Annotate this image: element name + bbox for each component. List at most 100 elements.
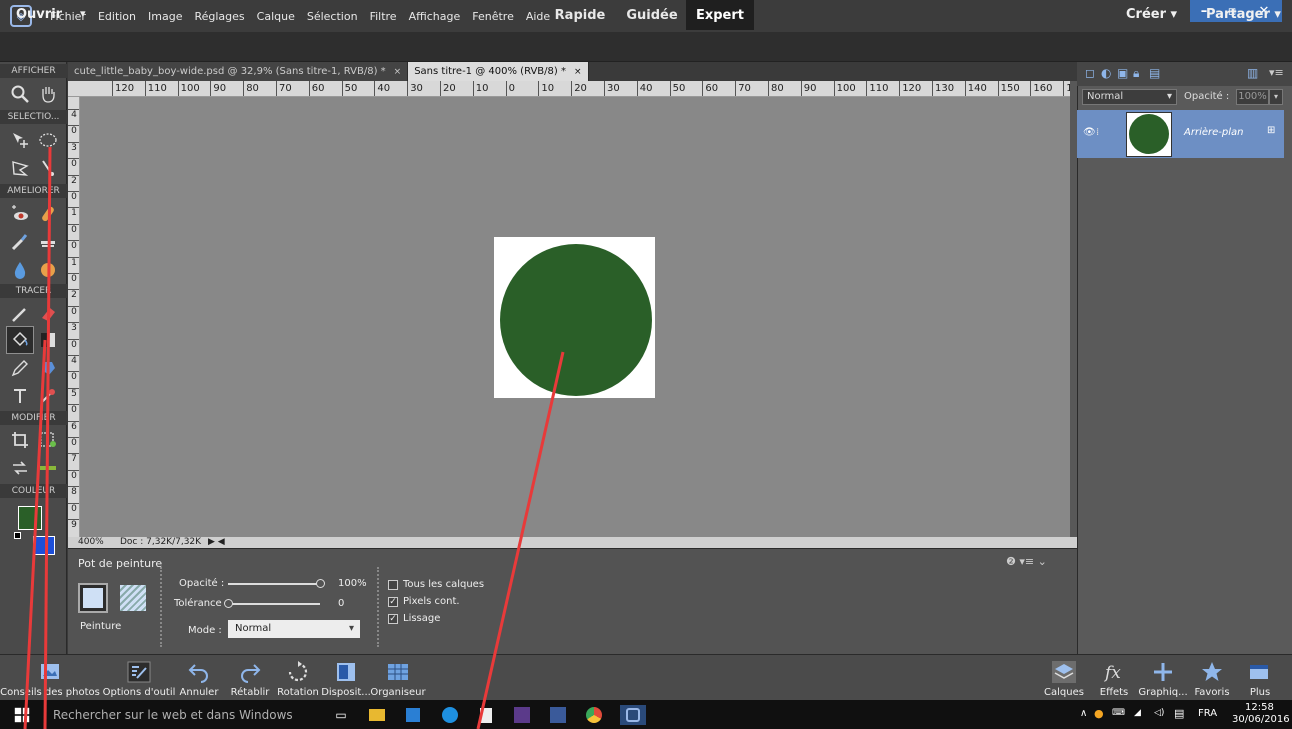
menu-selection[interactable]: Sélection	[301, 10, 364, 23]
tray-app-icon[interactable]: ●	[1094, 707, 1104, 720]
zoom-tool[interactable]	[6, 80, 34, 108]
straighten-tool[interactable]	[34, 454, 62, 482]
tab-expert[interactable]: Expert	[686, 0, 754, 30]
tolerance-slider[interactable]	[228, 603, 320, 605]
language-indicator[interactable]: FRA	[1198, 708, 1217, 719]
status-menu-arrow-icon[interactable]: ▶ ◀	[208, 537, 225, 547]
paint-bucket-tool[interactable]	[6, 326, 34, 354]
foreground-color-swatch[interactable]	[18, 506, 42, 530]
photoshop-elements-active-icon[interactable]	[620, 705, 646, 725]
adjustment-layer-icon[interactable]: ◐	[1101, 66, 1111, 80]
eyedropper-tool[interactable]	[34, 382, 62, 410]
trash-icon[interactable]: ▥	[1247, 66, 1258, 80]
volume-icon[interactable]: ◁)	[1154, 708, 1164, 718]
effects-button[interactable]: fx Effets	[1094, 654, 1134, 700]
background-color-swatch[interactable]	[33, 536, 55, 555]
close-tab-icon[interactable]: ×	[394, 67, 402, 77]
doc-tab-1[interactable]: cute_little_baby_boy-wide.psd @ 32,9% (S…	[68, 62, 409, 81]
menu-reglages[interactable]: Réglages	[188, 10, 250, 23]
photo-tips-button[interactable]: Conseils des photos	[0, 654, 100, 700]
opacity-slider-knob[interactable]	[316, 579, 325, 588]
vertical-scrollbar[interactable]	[1070, 81, 1077, 537]
open-button[interactable]: Ouvrir	[16, 7, 62, 22]
close-tab-icon[interactable]: ×	[574, 67, 582, 77]
clock-time[interactable]: 12:58	[1245, 702, 1274, 713]
fill-pattern-option[interactable]	[78, 583, 108, 613]
tab-rapide[interactable]: Rapide	[545, 0, 615, 30]
spot-healing-tool[interactable]	[34, 200, 62, 228]
menu-fenetre[interactable]: Fenêtre	[466, 10, 520, 23]
chrome-icon[interactable]	[584, 705, 604, 725]
more-button[interactable]: Plus	[1240, 654, 1280, 700]
opacity-value[interactable]: 100%	[338, 578, 367, 589]
tray-chevron-up-icon[interactable]: ∧	[1080, 708, 1087, 719]
layer-name[interactable]: Arrière-plan	[1184, 127, 1243, 138]
media-player-icon[interactable]	[403, 705, 423, 725]
menu-image[interactable]: Image	[142, 10, 188, 23]
default-colors-icon[interactable]	[14, 532, 21, 539]
premiere-elements-icon[interactable]	[512, 705, 532, 725]
undo-button[interactable]: Annuler	[176, 654, 222, 700]
quick-selection-tool[interactable]	[34, 154, 62, 182]
tool-options-button[interactable]: Options d'outil	[103, 654, 175, 700]
layers-button[interactable]: Calques	[1040, 654, 1088, 700]
all-layers-checkbox[interactable]	[388, 580, 398, 590]
gradient-tool[interactable]	[34, 326, 62, 354]
antialias-checkbox[interactable]: ✓	[388, 614, 398, 624]
open-chevron-down-icon[interactable]: ▾	[80, 7, 86, 20]
ellipse-marquee-tool[interactable]	[34, 126, 62, 154]
type-tool[interactable]	[6, 382, 34, 410]
sponge-tool[interactable]	[34, 256, 62, 284]
lock-all-icon[interactable]: ▤	[1149, 66, 1160, 80]
clone-stamp-tool[interactable]	[34, 228, 62, 256]
zoom-level[interactable]: 400%	[78, 537, 104, 547]
tab-guidee[interactable]: Guidée	[617, 0, 687, 30]
blend-mode-select[interactable]: Normal ▾	[1082, 89, 1177, 105]
eraser-tool[interactable]	[34, 300, 62, 328]
smart-brush-tool[interactable]	[6, 228, 34, 256]
doc-tab-2[interactable]: Sans titre-1 @ 400% (RVB/8) * ×	[408, 62, 589, 81]
windows-start-icon[interactable]	[12, 705, 32, 725]
create-button[interactable]: Créer ▾	[1126, 7, 1177, 22]
move-tool[interactable]	[6, 126, 34, 154]
edge-browser-icon[interactable]	[440, 705, 460, 725]
layer-opacity-dropdown-icon[interactable]: ▾	[1269, 89, 1283, 105]
crop-tool[interactable]	[6, 426, 34, 454]
clock-date[interactable]: 30/06/2016	[1232, 714, 1290, 725]
brush-tool[interactable]	[6, 300, 34, 328]
layer-opacity-input[interactable]: 100%	[1236, 89, 1269, 105]
rotate-button[interactable]: Rotation	[276, 654, 320, 700]
link-icon[interactable]: ⁞	[1096, 127, 1099, 138]
custom-shape-tool[interactable]	[34, 354, 62, 382]
layer-row-background[interactable]: 👁︎ ⁞ ⊞	[1077, 110, 1284, 158]
notification-icon[interactable]: ▤	[1174, 707, 1184, 720]
blur-tool[interactable]	[6, 256, 34, 284]
network-icon[interactable]: ⌨	[1112, 708, 1125, 718]
photoshop-elements-taskbar-icon[interactable]	[548, 705, 568, 725]
lasso-tool[interactable]	[6, 154, 34, 182]
tolerance-value[interactable]: 0	[338, 598, 344, 609]
panel-menu-icon[interactable]: ▾≡	[1269, 66, 1284, 79]
help-icon[interactable]: ❷ ▾≡ ⌄	[1006, 555, 1047, 568]
task-view-icon[interactable]: ▭	[331, 705, 351, 725]
fill-pattern-icon[interactable]	[120, 585, 146, 611]
document-app-icon[interactable]	[476, 705, 496, 725]
wifi-icon[interactable]: ◢	[1134, 708, 1141, 718]
hand-tool[interactable]	[34, 80, 62, 108]
organizer-button[interactable]: Organiseur	[370, 654, 426, 700]
visibility-eye-icon[interactable]: 👁︎	[1083, 127, 1096, 138]
menu-affichage[interactable]: Affichage	[403, 10, 467, 23]
red-eye-tool[interactable]	[6, 200, 34, 228]
menu-filtre[interactable]: Filtre	[364, 10, 403, 23]
menu-calque[interactable]: Calque	[251, 10, 301, 23]
layer-mask-icon[interactable]: ▣	[1117, 66, 1128, 80]
tolerance-slider-knob[interactable]	[224, 599, 233, 608]
share-button[interactable]: Partager ▾	[1206, 7, 1281, 22]
graphics-button[interactable]: Graphiq...	[1137, 654, 1189, 700]
pencil-tool[interactable]	[6, 354, 34, 382]
redo-button[interactable]: Rétablir	[226, 654, 274, 700]
content-aware-move-tool[interactable]	[6, 454, 34, 482]
contiguous-checkbox[interactable]: ✓	[388, 597, 398, 607]
layer-lock-icon[interactable]: ⊞	[1267, 125, 1275, 136]
lock-icon[interactable]: 🔒︎	[1133, 66, 1139, 81]
